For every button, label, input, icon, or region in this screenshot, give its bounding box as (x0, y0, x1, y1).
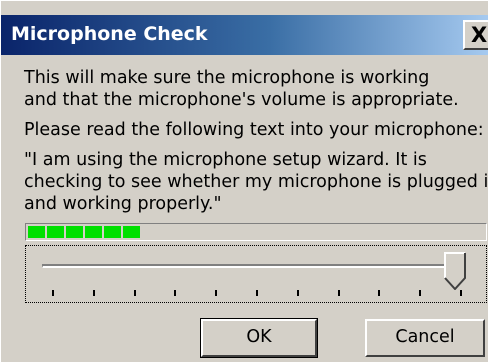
level-meter-segment (104, 226, 121, 238)
slider-tick (92, 290, 95, 296)
level-meter-segment (66, 226, 83, 238)
slider-tick (174, 290, 177, 296)
title-bar[interactable]: Microphone Check X (1, 15, 488, 55)
close-button[interactable]: X (463, 20, 488, 50)
quote-text-line-3: and working properly." (24, 194, 222, 214)
level-meter-segment (85, 226, 102, 238)
intro-text-line-1: This will make sure the microphone is wo… (24, 68, 430, 88)
slider-tick (215, 290, 218, 296)
level-meter-fill (28, 226, 140, 238)
window-title: Microphone Check (11, 23, 208, 45)
intro-text-line-2: and that the microphone's volume is appr… (24, 90, 459, 110)
level-meter-segment (28, 226, 45, 238)
quote-text-line-1: "I am using the microphone setup wizard.… (24, 150, 427, 170)
quote-text-line-2: checking to see whether my microphone is… (24, 172, 488, 192)
slider-tick (419, 290, 422, 296)
slider-tick (337, 290, 340, 296)
slider-tick (296, 290, 299, 296)
ok-button[interactable]: OK (200, 318, 318, 358)
slider-tick (133, 290, 136, 296)
slider-tick (52, 290, 54, 296)
level-meter-segment (47, 226, 64, 238)
slider-tick (378, 290, 381, 296)
cancel-button[interactable]: Cancel (365, 319, 485, 357)
level-meter-segment (123, 226, 140, 238)
slider-track (42, 264, 460, 268)
instruction-text: Please read the following text into your… (24, 120, 484, 140)
slider-tick (460, 290, 462, 296)
volume-slider[interactable] (25, 245, 487, 303)
microphone-check-dialog: Microphone Check X This will make sure t… (0, 0, 488, 362)
slider-tick (256, 290, 258, 296)
microphone-level-meter (25, 223, 487, 241)
close-icon: X (471, 23, 488, 47)
slider-thumb[interactable] (444, 252, 466, 290)
